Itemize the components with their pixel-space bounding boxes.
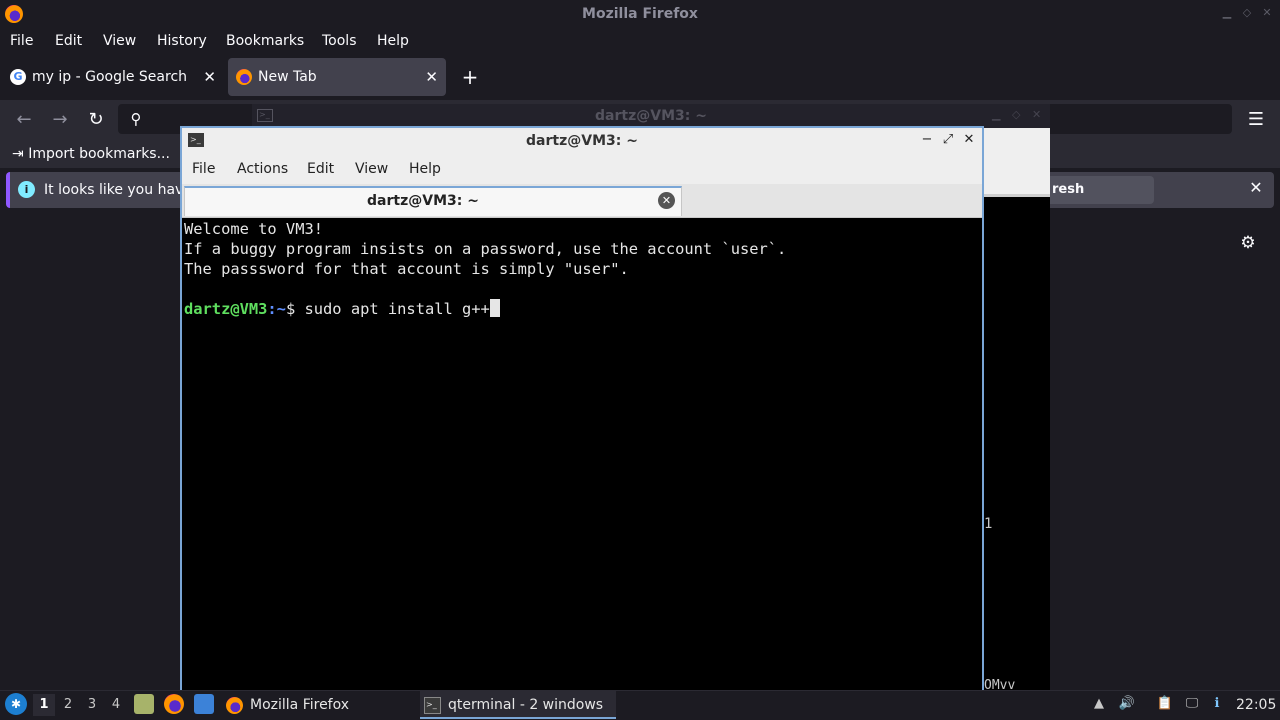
task-label: qterminal - 2 windows [448,697,604,713]
close-icon[interactable]: ✕ [1032,108,1041,121]
new-tab-plus-icon[interactable]: + [458,64,482,90]
close-icon[interactable]: ✕ [1260,6,1274,20]
terminal-prompt-line: dartz@VM3:~$ sudo apt install g++ [184,299,500,319]
terminal-screen[interactable] [182,219,982,690]
import-icon: ⇥ [12,146,29,162]
terminal-output-line: The passsword for that account is simply… [184,260,629,278]
terminal-menu-help[interactable]: Help [409,154,441,184]
clipboard-icon[interactable]: 📋 [1156,694,1174,714]
text-cursor [489,299,500,317]
import-bookmarks-button[interactable]: ⇥ Import bookmarks... [12,142,170,166]
tab-close-icon[interactable]: ✕ [203,58,216,96]
workspace-4[interactable]: 4 [105,694,127,716]
taskbar [0,690,1280,720]
menu-tools[interactable]: Tools [322,28,357,55]
terminal-menu-file[interactable]: File [192,154,215,184]
menu-bookmarks[interactable]: Bookmarks [226,28,304,55]
start-menu-icon[interactable]: ✱ [5,693,27,715]
tab-google-search[interactable]: G my ip - Google Search ✕ [2,58,224,96]
refresh-firefox-button[interactable]: resh Firefox... [1040,176,1154,204]
bg-terminal-title: dartz@VM3: ~ [595,108,707,124]
bg-terminal-screen[interactable] [984,194,1050,690]
forward-arrow-icon[interactable]: → [48,108,72,132]
network-icon[interactable]: 🖵 [1183,694,1201,714]
firefox-icon [226,697,243,714]
taskbar-firefox[interactable]: Mozilla Firefox [222,691,414,719]
maximize-icon[interactable]: ⤢ [939,130,957,150]
prompt-symbol: $ [285,300,296,318]
menu-file[interactable]: File [10,28,33,55]
firefox-window-title: Mozilla Firefox [582,6,698,22]
workspace-3[interactable]: 3 [81,694,103,716]
bg-terminal-menubar [984,128,1050,194]
terminal-tab-close-icon[interactable]: ✕ [658,192,675,209]
menu-history[interactable]: History [157,28,207,55]
notification-text: It looks like you have [44,182,192,198]
terminal-menubar [182,154,982,184]
info-tray-icon[interactable]: ℹ [1208,694,1226,714]
maximize-icon[interactable]: ◇ [1012,108,1020,121]
reload-icon[interactable]: ↻ [84,108,108,132]
notification-close-icon[interactable]: ✕ [1246,178,1266,198]
taskbar-qterminal[interactable]: >_ qterminal - 2 windows [420,691,616,719]
terminal-window-title: dartz@VM3: ~ [526,133,638,149]
tab-label: New Tab [258,69,317,85]
terminal-menu-actions[interactable]: Actions [237,154,288,184]
volume-icon[interactable]: 🔊 [1118,694,1136,714]
google-icon: G [10,69,26,85]
maximize-icon[interactable]: ◇ [1240,6,1254,20]
menu-edit[interactable]: Edit [55,28,82,55]
tab-label: my ip - Google Search [32,69,188,85]
file-manager-icon[interactable] [134,694,154,714]
menu-view[interactable]: View [103,28,136,55]
clock[interactable]: 22:05 [1236,690,1276,720]
task-label: Mozilla Firefox [250,697,350,713]
terminal-menu-view[interactable]: View [355,154,388,184]
firefox-icon [236,69,252,85]
bg-terminal-text: 1 [984,516,993,532]
workspace-2[interactable]: 2 [57,694,79,716]
gear-icon[interactable]: ⚙ [1238,233,1258,253]
back-arrow-icon[interactable]: ← [12,108,36,132]
menu-help[interactable]: Help [377,28,409,55]
firefox-launcher-icon[interactable] [164,694,184,714]
terminal-output-line: If a buggy program insists on a password… [184,240,787,258]
terminal-menu-edit[interactable]: Edit [307,154,334,184]
terminal-output-line: Welcome to VM3! [184,220,323,238]
prompt-path: :~ [267,300,286,318]
import-bookmarks-label: Import bookmarks... [28,146,170,162]
terminal-tab-label: dartz@VM3: ~ [367,193,479,209]
tab-new-tab[interactable]: New Tab ✕ [228,58,446,96]
command-input[interactable]: sudo apt install g++ [295,300,490,318]
prompt-user-host: dartz@VM3 [184,300,268,318]
close-icon[interactable]: ✕ [960,130,978,150]
workspace-1[interactable]: 1 [33,694,55,716]
minimize-icon[interactable]: − [918,130,936,150]
terminal-icon: >_ [424,697,441,714]
info-icon: i [18,181,35,198]
tab-close-icon[interactable]: ✕ [425,58,438,96]
minimize-icon[interactable]: ▁ [1220,6,1234,20]
tray-expand-icon[interactable]: ▲ [1090,694,1108,714]
hamburger-menu-icon[interactable]: ☰ [1244,108,1268,132]
minimize-icon[interactable]: ▁ [992,108,1000,121]
search-icon: ⚲ [130,110,142,128]
desktop-icon[interactable] [194,694,214,714]
